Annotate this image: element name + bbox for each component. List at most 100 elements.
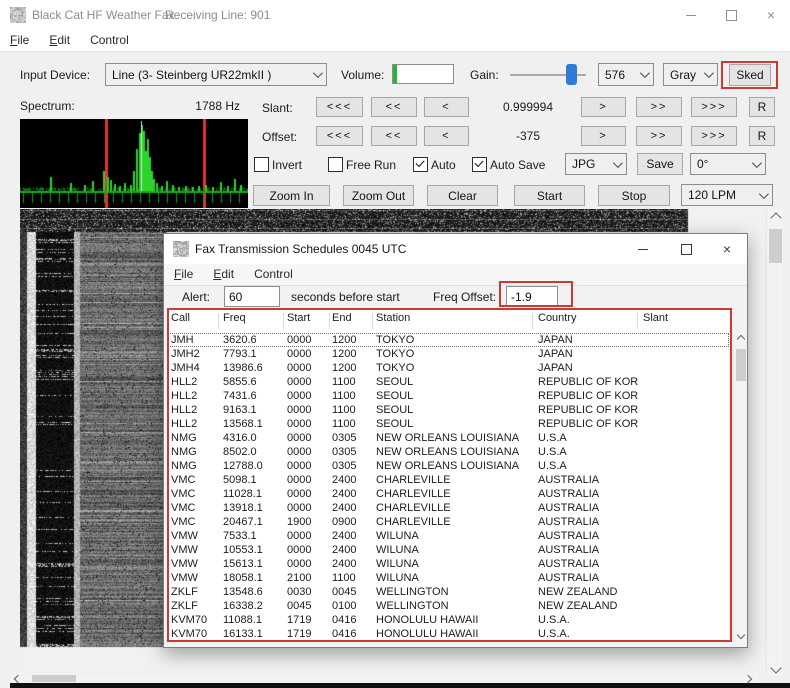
table-row[interactable]: JMH4 13986.6 0000 1200 TOKYO JAPAN [168, 361, 729, 375]
offset-slow-up-button[interactable]: > [581, 126, 626, 146]
column-header-end[interactable]: End [332, 312, 372, 324]
scroll-down-button[interactable] [767, 659, 784, 676]
table-row[interactable]: VMW 10553.1 0000 2400 WILUNA AUSTRALIA [168, 543, 729, 557]
rotation-value: 0° [697, 157, 709, 171]
slant-slow-up-button[interactable]: > [581, 97, 626, 117]
dialog-title: Fax Transmission Schedules 0045 UTC [195, 242, 407, 256]
table-row[interactable]: VMW 7533.1 0000 2400 WILUNA AUSTRALIA [168, 529, 729, 543]
lpm-select[interactable]: 120 LPM [681, 184, 773, 206]
table-row[interactable]: HLL2 7431.6 0000 1100 SEOUL REPUBLIC OF KOREA [168, 389, 729, 403]
sked-button[interactable]: Sked [729, 64, 771, 86]
offset-fast-up-button[interactable]: >>> [691, 126, 737, 146]
scroll-right-button[interactable] [740, 674, 756, 683]
stop-button[interactable]: Stop [598, 185, 670, 206]
close-button[interactable]: × [754, 0, 788, 30]
table-scroll-up-button[interactable] [734, 332, 748, 346]
menu-control[interactable]: Control [80, 30, 139, 51]
table-scroll-thumb[interactable] [736, 349, 746, 381]
lines-per-image-select[interactable]: 576 [598, 63, 654, 86]
invert-checkbox[interactable] [254, 157, 269, 172]
dialog-menu-edit[interactable]: Edit [203, 264, 244, 285]
table-row[interactable]: ZKLF 13548.6 0030 0045 WELLINGTON NEW ZEALAND [168, 585, 729, 599]
table-row[interactable]: VMC 13918.1 0000 2400 CHARLEVILLE AUSTRALIA [168, 501, 729, 515]
auto-checkbox[interactable] [413, 157, 428, 172]
table-row[interactable]: JMH 3620.6 0000 1200 TOKYO JAPAN [168, 333, 729, 347]
image-format-select[interactable]: JPG [565, 153, 627, 175]
freq-offset-input[interactable] [506, 286, 558, 307]
table-row[interactable]: VMC 5098.1 0000 2400 CHARLEVILLE AUSTRALIA [168, 473, 729, 487]
table-row[interactable]: JMH2 7793.1 0000 1200 TOKYO JAPAN [168, 347, 729, 361]
dialog-minimize-button[interactable] [626, 234, 660, 264]
table-row[interactable]: KVM70 11088.1 1719 0416 HONOLULU HAWAII U.S.A… [168, 613, 729, 627]
offset-med-up-button[interactable]: >> [636, 126, 682, 146]
table-row[interactable]: HLL2 13568.1 0000 1100 SEOUL REPUBLIC OF KORE… [168, 417, 729, 431]
slant-med-down-button[interactable]: << [371, 97, 417, 117]
table-row[interactable]: HLL2 5855.6 0000 1100 SEOUL REPUBLIC OF KOREA [168, 375, 729, 389]
offset-reset-button[interactable]: R [749, 126, 775, 146]
horizontal-scroll-thumb[interactable] [32, 675, 76, 682]
input-device-select[interactable]: Line (3- Steinberg UR22mkII ) [105, 63, 327, 86]
dialog-close-button[interactable]: × [709, 234, 745, 264]
table-cell: AUSTRALIA [538, 558, 600, 570]
column-header-country[interactable]: Country [538, 312, 639, 324]
dialog-maximize-button[interactable] [669, 234, 703, 264]
zoom-out-button[interactable]: Zoom Out [343, 185, 414, 206]
column-header-station[interactable]: Station [376, 312, 534, 324]
column-header-slant[interactable]: Slant [643, 312, 727, 324]
chevron-up-icon [736, 334, 746, 344]
slant-fast-up-button[interactable]: >>> [691, 97, 737, 117]
save-button[interactable]: Save [637, 153, 683, 175]
table-vertical-scrollbar[interactable] [733, 332, 747, 642]
offset-fast-down-button[interactable]: <<< [316, 126, 363, 146]
table-row[interactable]: HLL2 9163.1 0000 1100 SEOUL REPUBLIC OF KOREA [168, 403, 729, 417]
dialog-titlebar: Fax Transmission Schedules 0045 UTC × [164, 234, 747, 264]
offset-slow-down-button[interactable]: < [424, 126, 469, 146]
table-cell: ZKLF [171, 586, 198, 598]
dialog-menu-control[interactable]: Control [244, 264, 303, 285]
minimize-button[interactable] [674, 0, 708, 30]
table-cell: JAPAN [538, 362, 573, 374]
table-cell: 1719 [287, 614, 312, 626]
free-run-checkbox[interactable] [328, 157, 343, 172]
slant-reset-button[interactable]: R [749, 97, 775, 117]
alert-input[interactable] [224, 286, 280, 307]
table-row[interactable]: VMC 20467.1 1900 0900 CHARLEVILLE AUSTRALIA [168, 515, 729, 529]
table-row[interactable]: VMW 18058.1 2100 1100 WILUNA AUSTRALIA [168, 571, 729, 585]
slant-fast-down-button[interactable]: <<< [316, 97, 363, 117]
maximize-button[interactable] [714, 0, 748, 30]
table-scroll-down-button[interactable] [734, 628, 748, 642]
table-cell: 1200 [332, 362, 357, 374]
rotation-select[interactable]: 0° [690, 153, 766, 175]
table-row[interactable]: VMW 15613.1 0000 2400 WILUNA AUSTRALIA [168, 557, 729, 571]
offset-med-down-button[interactable]: << [371, 126, 417, 146]
gain-slider-thumb[interactable] [566, 64, 577, 85]
color-mode-select[interactable]: Gray [663, 63, 718, 86]
auto-save-checkbox[interactable] [472, 157, 487, 172]
image-format-value: JPG [572, 157, 596, 171]
table-cell: ZKLF [171, 600, 198, 612]
table-row[interactable]: VMC 11028.1 0000 2400 CHARLEVILLE AUSTRALIA [168, 487, 729, 501]
table-row[interactable]: ZKLF 16338.2 0045 0100 WELLINGTON NEW ZEALAND [168, 599, 729, 613]
table-row[interactable]: NMG 12788.0 0000 0305 NEW ORLEANS LOUISIANA U… [168, 459, 729, 473]
menu-edit[interactable]: Edit [39, 30, 80, 51]
dialog-menu-file[interactable]: File [164, 264, 203, 285]
column-header-call[interactable]: Call [171, 312, 219, 324]
table-row[interactable]: NMG 4316.0 0000 0305 NEW ORLEANS LOUISIANA U.… [168, 431, 729, 445]
scroll-up-button[interactable] [767, 209, 784, 226]
main-horizontal-scrollbar[interactable] [10, 674, 758, 683]
table-cell: WILUNA [376, 558, 419, 570]
zoom-in-button[interactable]: Zoom In [253, 185, 330, 206]
clear-button[interactable]: Clear [427, 185, 498, 206]
column-header-freq[interactable]: Freq [223, 312, 283, 324]
start-button[interactable]: Start [514, 185, 585, 206]
column-header-start[interactable]: Start [287, 312, 329, 324]
slant-med-up-button[interactable]: >> [636, 97, 682, 117]
table-row[interactable]: NMG 8502.0 0000 0305 NEW ORLEANS LOUISIANA U.… [168, 445, 729, 459]
scroll-left-button[interactable] [10, 674, 26, 683]
vertical-scroll-thumb[interactable] [769, 229, 782, 263]
table-row[interactable]: KVM70 16133.1 1719 0416 HONOLULU HAWAII U.S.A… [168, 627, 729, 641]
menu-file[interactable]: File [0, 30, 39, 51]
slant-slow-down-button[interactable]: < [424, 97, 469, 117]
main-vertical-scrollbar[interactable] [766, 209, 783, 676]
app-icon [173, 241, 189, 257]
